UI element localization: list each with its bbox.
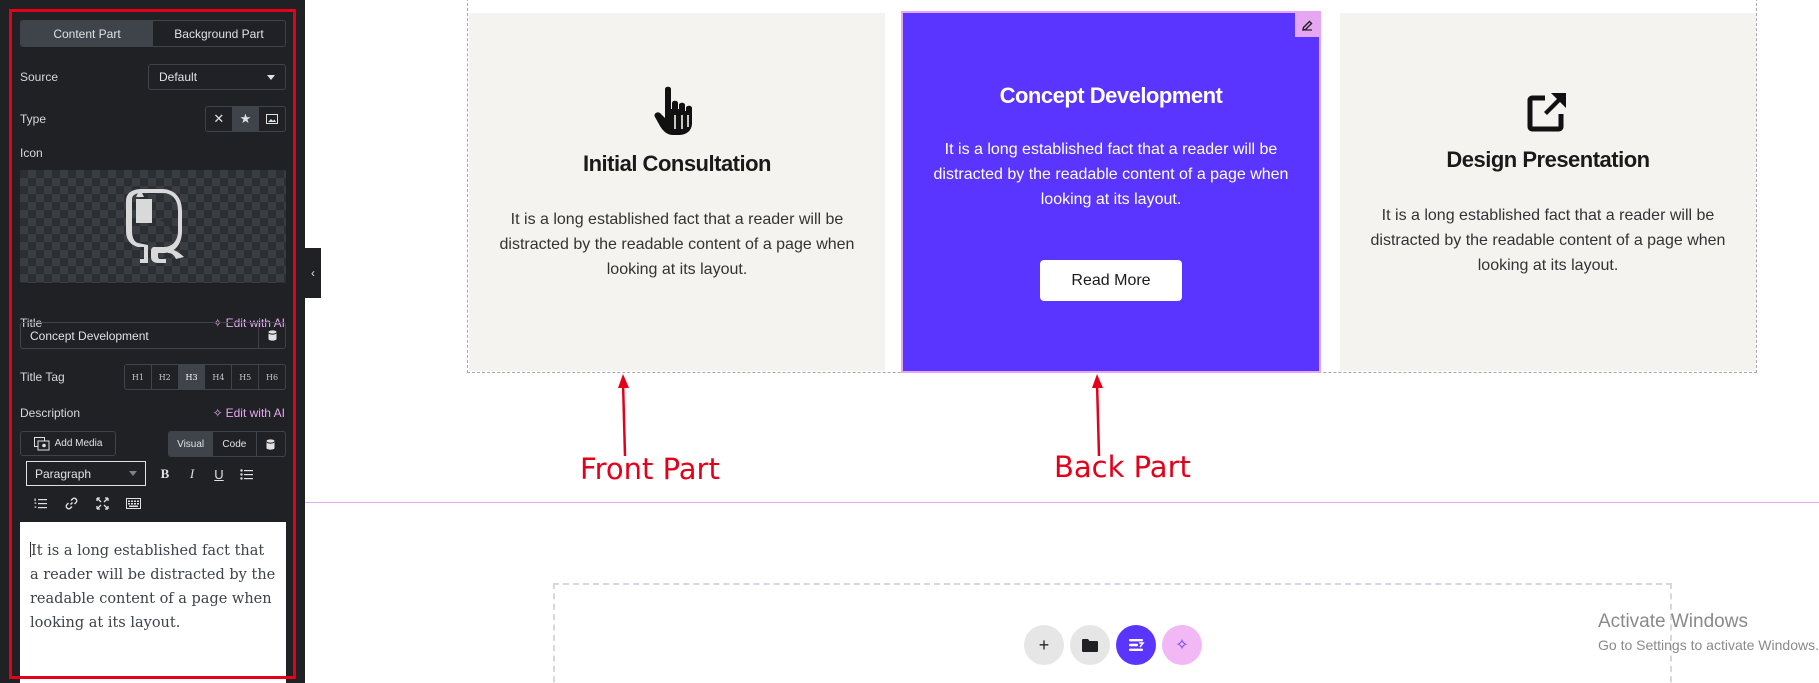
front-part-annotation: Front Part bbox=[580, 452, 720, 486]
card-title: Design Presentation bbox=[1446, 147, 1650, 172]
front-part-arrow bbox=[618, 374, 629, 457]
add-media-label: Add Media bbox=[54, 438, 103, 449]
tab-background-part[interactable]: Background Part bbox=[153, 21, 285, 46]
tag-h1-button[interactable]: H1 bbox=[125, 365, 152, 389]
media-icon bbox=[33, 436, 50, 450]
chevron-left-icon: ‹ bbox=[311, 266, 315, 280]
title-tag-label: Title Tag bbox=[20, 370, 65, 384]
database-icon bbox=[268, 330, 276, 341]
description-content: It is a long established fact that a rea… bbox=[30, 543, 276, 631]
dynamic-tags-button[interactable] bbox=[258, 322, 286, 349]
add-template-button[interactable] bbox=[1070, 625, 1110, 665]
add-media-button[interactable]: Add Media bbox=[20, 431, 116, 456]
link-icon[interactable] bbox=[60, 492, 82, 514]
editor-toolbar: Paragraph B I U bbox=[20, 459, 286, 522]
edit-widget-button[interactable] bbox=[1295, 13, 1319, 37]
title-input[interactable]: Concept Development bbox=[20, 322, 258, 349]
flip-box-card[interactable]: Design Presentation It is a long establi… bbox=[1340, 13, 1756, 371]
evernote-elephant-icon bbox=[126, 188, 184, 263]
format-value: Paragraph bbox=[35, 466, 92, 481]
activate-windows-subtitle: Go to Settings to activate Windows. bbox=[1598, 637, 1819, 653]
source-value: Default bbox=[159, 70, 198, 84]
tab-code[interactable]: Code bbox=[213, 432, 257, 456]
none-icon[interactable]: ✕ bbox=[206, 107, 233, 131]
add-section-button[interactable]: + bbox=[1024, 625, 1064, 665]
external-link-icon bbox=[1527, 93, 1566, 132]
section-divider bbox=[305, 502, 1819, 503]
card-description: It is a long established fact that a rea… bbox=[1370, 207, 1726, 274]
kits-library-button[interactable] bbox=[1116, 625, 1156, 665]
fullscreen-icon[interactable] bbox=[91, 492, 113, 514]
paragraph-format-select[interactable]: Paragraph bbox=[26, 461, 146, 486]
plus-icon: + bbox=[1038, 634, 1050, 655]
tag-h6-button[interactable]: H6 bbox=[259, 365, 285, 389]
edit-description-with-ai-link[interactable]: ✧ Edit with AI bbox=[213, 406, 285, 420]
tab-visual[interactable]: Visual bbox=[169, 432, 214, 456]
type-selector: ✕ ★ bbox=[205, 106, 286, 132]
tag-h3-button[interactable]: H3 bbox=[178, 365, 206, 389]
tag-h5-button[interactable]: H5 bbox=[232, 365, 260, 389]
card-title: Initial Consultation bbox=[583, 151, 772, 176]
source-label: Source bbox=[20, 70, 59, 84]
keyboard-icon[interactable] bbox=[122, 492, 144, 514]
sparkle-icon: ✧ bbox=[212, 406, 223, 420]
source-select[interactable]: Default bbox=[148, 64, 286, 90]
star-icon[interactable]: ★ bbox=[232, 107, 260, 131]
pointer-hand-icon bbox=[654, 86, 692, 135]
tag-h2-button[interactable]: H2 bbox=[152, 365, 179, 389]
type-label: Type bbox=[20, 112, 47, 126]
numbered-list-icon[interactable] bbox=[29, 492, 51, 514]
tag-h4-button[interactable]: H4 bbox=[205, 365, 233, 389]
library-icon bbox=[1129, 639, 1145, 651]
description-label: Description bbox=[20, 406, 81, 420]
icon-picker-preview[interactable] bbox=[20, 170, 286, 283]
ai-link-label: Edit with AI bbox=[225, 406, 285, 420]
tab-content-part[interactable]: Content Part bbox=[21, 21, 153, 46]
editor-mode-tabs: Visual Code bbox=[168, 431, 286, 457]
sparkle-icon: ✧ bbox=[1175, 637, 1189, 654]
image-icon[interactable] bbox=[259, 107, 285, 131]
italic-icon[interactable]: I bbox=[181, 463, 203, 485]
collapse-panel-button[interactable]: ‹ bbox=[305, 248, 321, 298]
card-description: It is a long established fact that a rea… bbox=[499, 211, 855, 278]
description-editor[interactable]: It is a long established fact that a rea… bbox=[20, 522, 286, 683]
chevron-down-icon bbox=[129, 471, 137, 476]
bullet-list-icon[interactable] bbox=[235, 463, 257, 485]
ai-generate-button[interactable]: ✧ bbox=[1162, 625, 1202, 665]
icon-label: Icon bbox=[20, 146, 43, 160]
title-tag-selector: H1 H2 H3 H4 H5 H6 bbox=[124, 364, 286, 390]
underline-icon[interactable]: U bbox=[208, 463, 230, 485]
folder-icon bbox=[1082, 638, 1098, 652]
card-description: It is a long established fact that a rea… bbox=[933, 141, 1289, 208]
flip-box-front-card[interactable]: Initial Consultation It is a long establ… bbox=[469, 13, 885, 371]
description-dynamic-tags-button[interactable] bbox=[257, 432, 286, 456]
read-more-button[interactable]: Read More bbox=[1040, 260, 1182, 301]
flip-box-back-card[interactable]: Concept Development It is a long establi… bbox=[901, 11, 1321, 373]
back-part-annotation: Back Part bbox=[1054, 450, 1191, 484]
add-section-buttons: + ✧ bbox=[1024, 625, 1202, 665]
activate-windows-title: Activate Windows bbox=[1598, 611, 1748, 632]
card-title: Concept Development bbox=[999, 83, 1223, 108]
part-tabs: Content Part Background Part bbox=[20, 20, 286, 47]
chevron-down-icon bbox=[267, 74, 275, 80]
back-part-arrow bbox=[1092, 374, 1103, 457]
database-icon bbox=[266, 438, 275, 450]
bold-icon[interactable]: B bbox=[154, 463, 176, 485]
editor-panel: Content Part Background Part Source Defa… bbox=[0, 0, 305, 683]
pencil-icon bbox=[1301, 20, 1312, 31]
